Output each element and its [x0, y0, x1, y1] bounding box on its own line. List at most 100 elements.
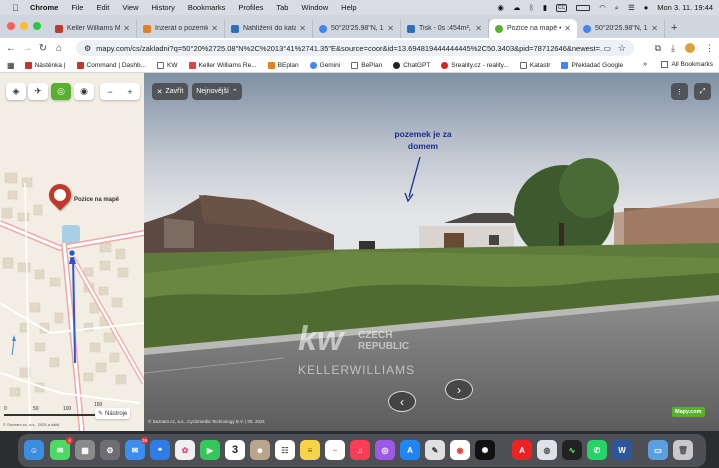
- menu-window[interactable]: Window: [301, 3, 328, 12]
- chrome-icon[interactable]: ◉: [450, 440, 470, 460]
- tab-coordinates-2[interactable]: 50°20'25.98"N, 13 ✕: [577, 19, 665, 38]
- tab-tisk[interactable]: Tisk - 0s :454m², Č ✕: [401, 19, 489, 38]
- menu-profiles[interactable]: Profiles: [238, 3, 263, 12]
- acrobat-icon[interactable]: A: [512, 440, 532, 460]
- reload-icon[interactable]: ↻: [35, 43, 51, 54]
- more-options-button[interactable]: ⋮: [671, 83, 688, 100]
- bookmark-star-icon[interactable]: ☆: [618, 43, 626, 54]
- app-store-icon[interactable]: A: [400, 440, 420, 460]
- status-bar-icon[interactable]: ▮: [543, 3, 547, 12]
- all-bookmarks[interactable]: All Bookmarks: [661, 61, 713, 68]
- calendar-icon[interactable]: 3: [225, 440, 245, 460]
- layers-button[interactable]: ◈: [6, 83, 26, 100]
- tools-button[interactable]: ✎ Nástroje: [95, 408, 131, 419]
- status-search-icon[interactable]: ⌕: [615, 3, 619, 13]
- menu-tab[interactable]: Tab: [276, 3, 288, 12]
- bookmark-nastenka[interactable]: Nástěnka |: [24, 61, 66, 69]
- tab-close-icon[interactable]: ✕: [564, 24, 571, 33]
- status-wifi-icon[interactable]: ◠: [599, 3, 606, 12]
- cast-icon[interactable]: ▭: [603, 44, 611, 53]
- notes-icon[interactable]: ≡: [300, 440, 320, 460]
- messages-icon[interactable]: ✉ 4: [50, 437, 73, 460]
- tab-close-icon[interactable]: ✕: [387, 24, 394, 33]
- tab-pozice-na-mape[interactable]: Pozice na mapě • S✕: [489, 19, 577, 38]
- menu-file[interactable]: File: [71, 3, 83, 12]
- keynote-icon[interactable]: ✎: [425, 440, 445, 460]
- tab-keller-williams[interactable]: Keller Williams Me ✕: [49, 19, 137, 38]
- bookmark-command[interactable]: Command | Dashb...: [76, 61, 146, 69]
- zoom-window-button[interactable]: [33, 22, 41, 30]
- forward-icon[interactable]: →: [19, 43, 35, 54]
- close-panorama-button[interactable]: ✕ Zavřít: [152, 83, 188, 100]
- status-battery-icon[interactable]: [576, 4, 591, 11]
- downloads-folder-icon[interactable]: ▭: [648, 440, 668, 460]
- bookmark-katastr[interactable]: Katastr: [519, 61, 550, 69]
- bookmark-beplan[interactable]: BEplan: [267, 61, 299, 69]
- menu-dots-icon[interactable]: ⋮: [705, 43, 714, 54]
- podcasts-icon[interactable]: ◎: [375, 440, 395, 460]
- tab-close-icon[interactable]: ✕: [475, 24, 482, 33]
- bookmark-beplan-folder[interactable]: BePlan: [351, 61, 382, 69]
- maps-icon[interactable]: ⌖: [150, 440, 170, 460]
- status-record-icon[interactable]: ◉: [497, 3, 504, 12]
- extensions-icon[interactable]: ⧉: [655, 43, 661, 54]
- trash-icon[interactable]: 🗑: [673, 440, 693, 460]
- status-cc-icon[interactable]: CC: [556, 3, 568, 12]
- facetime-icon[interactable]: ▶: [200, 440, 220, 460]
- tab-close-icon[interactable]: ✕: [651, 24, 658, 33]
- music-icon[interactable]: ♫: [350, 440, 370, 460]
- chatgpt-icon[interactable]: ✺: [475, 440, 495, 460]
- address-url[interactable]: mapy.com/cs/zakladni?q=50°20%2725.08"N%2…: [96, 44, 603, 53]
- status-cloud-icon[interactable]: ☁: [513, 3, 521, 12]
- home-icon[interactable]: ⌂: [51, 43, 67, 54]
- minimize-window-button[interactable]: [20, 22, 28, 30]
- menu-bookmarks[interactable]: Bookmarks: [188, 3, 226, 12]
- newest-dropdown[interactable]: Nejnovější ⌃: [192, 83, 242, 100]
- disk-utility-icon[interactable]: ◍: [537, 440, 557, 460]
- activity-monitor-icon[interactable]: ∿: [562, 440, 582, 460]
- zoom-in-icon[interactable]: +: [127, 87, 132, 97]
- apple-icon[interactable]: : [12, 3, 22, 13]
- freeform-icon[interactable]: ~: [325, 440, 345, 460]
- panorama-image[interactable]: [144, 73, 719, 431]
- launchpad-icon[interactable]: ▦: [75, 440, 95, 460]
- fullscreen-button[interactable]: ⤢: [694, 83, 711, 100]
- tab-close-icon[interactable]: ✕: [211, 24, 218, 33]
- address-bar[interactable]: ⚙ mapy.com/cs/zakladni?q=50°20%2725.08"N…: [76, 40, 634, 56]
- move-forward-arrow[interactable]: ›: [445, 379, 473, 400]
- bookmark-gemini[interactable]: Gemini: [309, 61, 340, 69]
- mini-map[interactable]: Pozice na mapě ◈ ✈ ◎ ◉ − + 0 50 100 150 …: [0, 73, 144, 431]
- contacts-icon[interactable]: ☻: [250, 440, 270, 460]
- download-icon[interactable]: ⤓: [671, 43, 675, 54]
- photos-icon[interactable]: ✿: [175, 440, 195, 460]
- bookmarks-overflow-icon[interactable]: »: [643, 61, 647, 68]
- locate-button[interactable]: ◉: [74, 83, 94, 100]
- bookmark-kw-folder[interactable]: KW: [157, 61, 178, 69]
- menu-help[interactable]: Help: [341, 3, 356, 12]
- new-tab-button[interactable]: +: [665, 22, 677, 38]
- bookmark-sreality[interactable]: Sreality.cz - reality...: [441, 61, 509, 69]
- status-bluetooth-icon[interactable]: ᛒ: [529, 3, 534, 12]
- status-siri-icon[interactable]: ●: [644, 3, 649, 12]
- system-settings-icon[interactable]: ⚙: [100, 440, 120, 460]
- panorama-button[interactable]: ◎: [51, 83, 71, 100]
- tab-nahlizeni[interactable]: Nahlížení do katast✕: [225, 19, 313, 38]
- tab-close-icon[interactable]: ✕: [123, 24, 130, 33]
- status-control-center-icon[interactable]: ☰: [628, 3, 635, 12]
- mail-icon[interactable]: ✉ 39: [125, 437, 148, 460]
- back-icon[interactable]: ←: [3, 43, 19, 54]
- zoom-out-icon[interactable]: −: [107, 87, 112, 97]
- bookmark-chatgpt[interactable]: ChatGPT: [393, 61, 430, 69]
- profile-avatar[interactable]: [685, 43, 695, 53]
- tab-coordinates-1[interactable]: 50°20'25.98"N, 13 ✕: [313, 19, 401, 38]
- word-icon[interactable]: W: [612, 440, 632, 460]
- menu-view[interactable]: View: [122, 3, 138, 12]
- bookmark-prekladac[interactable]: Překladač Google: [561, 61, 623, 69]
- transport-button[interactable]: ✈: [28, 83, 48, 100]
- tab-inzerat[interactable]: Inzerát o pozemku ✕: [137, 19, 225, 38]
- apps-grid-icon[interactable]: ▦: [7, 61, 15, 70]
- tab-close-icon[interactable]: ✕: [299, 24, 306, 33]
- close-window-button[interactable]: [7, 22, 15, 30]
- bookmark-keller-williams[interactable]: Keller Williams Re...: [188, 61, 257, 69]
- map-canvas[interactable]: [0, 73, 144, 431]
